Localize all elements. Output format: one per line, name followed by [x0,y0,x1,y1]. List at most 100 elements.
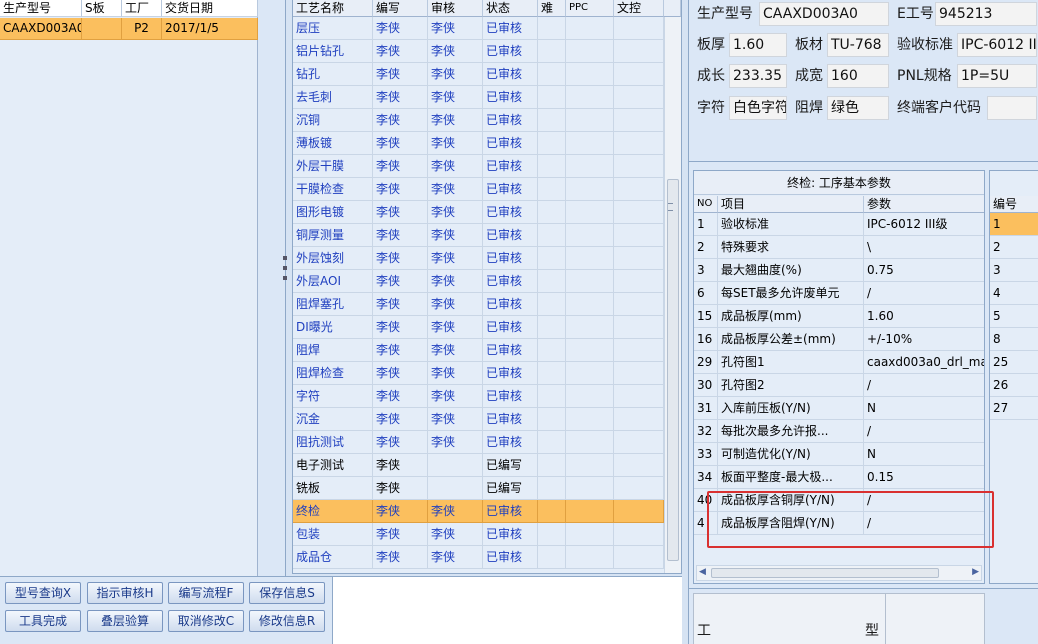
number-row[interactable]: 1 [990,213,1038,236]
bottom-field[interactable] [885,593,985,644]
cancel-edit-button[interactable]: 取消修改C [168,610,244,632]
process-row[interactable]: 阻抗测试 李侠 李侠 已审核 [293,431,664,454]
process-row[interactable]: 阻焊检查 李侠 李侠 已审核 [293,362,664,385]
header-date[interactable]: 交货日期 [162,0,258,17]
number-row[interactable]: 27 [990,397,1038,420]
length-field[interactable]: 233.35 [729,64,787,88]
header-item[interactable]: 项目 [718,196,864,213]
process-row[interactable]: 干膜检查 李侠 李侠 已审核 [293,178,664,201]
param-row[interactable]: 16 成品板厚公差±(mm) +/-10% [694,328,984,351]
param-row[interactable]: 29 孔符图1 caaxd003a0_drl_ma [694,351,984,374]
process-row[interactable]: 包装 李侠 李侠 已审核 [293,523,664,546]
process-row[interactable]: 薄板镀 李侠 李侠 已审核 [293,132,664,155]
ppc-cell [566,270,614,293]
edit-info-button[interactable]: 修改信息R [249,610,325,632]
process-row[interactable]: 字符 李侠 李侠 已审核 [293,385,664,408]
process-row[interactable]: 沉金 李侠 李侠 已审核 [293,408,664,431]
process-row[interactable]: 阻焊 李侠 李侠 已审核 [293,339,664,362]
process-row[interactable]: 去毛刺 李侠 李侠 已审核 [293,86,664,109]
process-row[interactable]: 铜厚测量 李侠 李侠 已审核 [293,224,664,247]
header-param[interactable]: 参数 [864,196,984,213]
ppc-cell [566,17,614,40]
process-name-cell: 外层干膜 [293,155,373,178]
process-row[interactable]: DI曝光 李侠 李侠 已审核 [293,316,664,339]
process-row[interactable]: 成品仓 李侠 李侠 已审核 [293,546,664,569]
param-row[interactable]: 33 可制造优化(Y/N) N [694,443,984,466]
thickness-field[interactable]: 1.60 [729,33,787,57]
process-row[interactable]: 图形电镀 李侠 李侠 已审核 [293,201,664,224]
reviewer-cell: 李侠 [428,178,483,201]
header-no[interactable]: NO [694,196,718,213]
process-row[interactable]: 铣板 李侠 已编写 [293,477,664,500]
param-row[interactable]: 3 最大翘曲度(%) 0.75 [694,259,984,282]
process-name-cell: 沉铜 [293,109,373,132]
process-scrollbar[interactable] [664,17,681,573]
process-row[interactable]: 钻孔 李侠 李侠 已审核 [293,63,664,86]
process-row[interactable]: 终检 李侠 李侠 已审核 [293,500,664,523]
header-factory[interactable]: 工厂 [122,0,162,17]
process-row[interactable]: 外层蚀刻 李侠 李侠 已审核 [293,247,664,270]
app-window: 生产型号 S板 工厂 交货日期 CAAXD003A0 P2 2017/1/5 型… [0,0,1038,644]
header-model[interactable]: 生产型号 [0,0,82,17]
number-row[interactable]: 26 [990,374,1038,397]
char-field[interactable]: 白色字符 [729,96,787,120]
param-row[interactable]: 1 验收标准 IPC-6012 III级 [694,213,984,236]
process-row[interactable]: 外层干膜 李侠 李侠 已审核 [293,155,664,178]
param-row[interactable]: 15 成品板厚(mm) 1.60 [694,305,984,328]
material-field[interactable]: TU-768 [827,33,889,57]
process-row[interactable]: 沉铜 李侠 李侠 已审核 [293,109,664,132]
reviewer-cell: 李侠 [428,40,483,63]
process-row[interactable]: 层压 李侠 李侠 已审核 [293,17,664,40]
param-row[interactable]: 31 入库前压板(Y/N) N [694,397,984,420]
process-row[interactable]: 外层AOI 李侠 李侠 已审核 [293,270,664,293]
param-row[interactable]: 30 孔符图2/ [694,374,984,397]
header-doc-control[interactable]: 文控 [614,0,664,17]
header-process-name[interactable]: 工艺名称 [293,0,373,17]
tool-complete-button[interactable]: 工具完成 [5,610,81,632]
param-row[interactable]: 34 板面平整度-最大极... 0.15 [694,466,984,489]
hscroll-thumb[interactable] [711,568,939,578]
header-ppc[interactable]: PPC [566,0,614,17]
number-cell: 4 [990,282,1038,305]
ppc-cell [566,431,614,454]
header-number[interactable]: 编号 [990,196,1038,213]
number-row[interactable]: 3 [990,259,1038,282]
scroll-left-icon[interactable]: ◀ [699,567,706,577]
param-value-cell: \ [864,236,984,259]
process-row[interactable]: 电子测试 李侠 已编写 [293,454,664,477]
customer-field[interactable] [987,96,1037,120]
standard-field[interactable]: IPC-6012 III [957,33,1037,57]
header-reviewer[interactable]: 审核 [428,0,483,17]
scroll-right-icon[interactable]: ▶ [972,567,979,577]
param-row[interactable]: 32 每批次最多允许报... / [694,420,984,443]
difficulty-cell [538,224,566,247]
number-row[interactable]: 2 [990,236,1038,259]
mask-field[interactable]: 绿色 [827,96,889,120]
scrollbar-thumb[interactable] [667,179,679,561]
process-row[interactable]: 阻焊塞孔 李侠 李侠 已审核 [293,293,664,316]
splitter-handle[interactable] [282,250,288,320]
model-field[interactable]: CAAXD003A0 [759,2,889,26]
param-hscrollbar[interactable]: ◀ ▶ [696,565,982,581]
model-row[interactable]: CAAXD003A0 P2 2017/1/5 [0,18,258,40]
write-flow-button[interactable]: 编写流程F [168,582,244,604]
header-status[interactable]: 状态 [483,0,538,17]
number-row[interactable]: 5 [990,305,1038,328]
number-row[interactable]: 8 [990,328,1038,351]
width-field[interactable]: 160 [827,64,889,88]
model-query-button[interactable]: 型号查询X [5,582,81,604]
header-writer[interactable]: 编写 [373,0,428,17]
review-instruction-button[interactable]: 指示审核H [87,582,163,604]
process-row[interactable]: 铝片钻孔 李侠 李侠 已审核 [293,40,664,63]
save-info-button[interactable]: 保存信息S [249,582,325,604]
header-s-board[interactable]: S板 [82,0,122,17]
number-row[interactable]: 25 [990,351,1038,374]
param-row[interactable]: 6 每SET最多允许废单元 / [694,282,984,305]
number-row[interactable]: 4 [990,282,1038,305]
stackup-check-button[interactable]: 叠层验算 [87,610,163,632]
header-difficulty[interactable]: 难 [538,0,566,17]
param-item-cell: 每SET最多允许废单元 [718,282,864,305]
param-row[interactable]: 2 特殊要求 \ [694,236,984,259]
pnl-field[interactable]: 1P=5U [957,64,1037,88]
eno-field[interactable]: 945213 [935,2,1037,26]
